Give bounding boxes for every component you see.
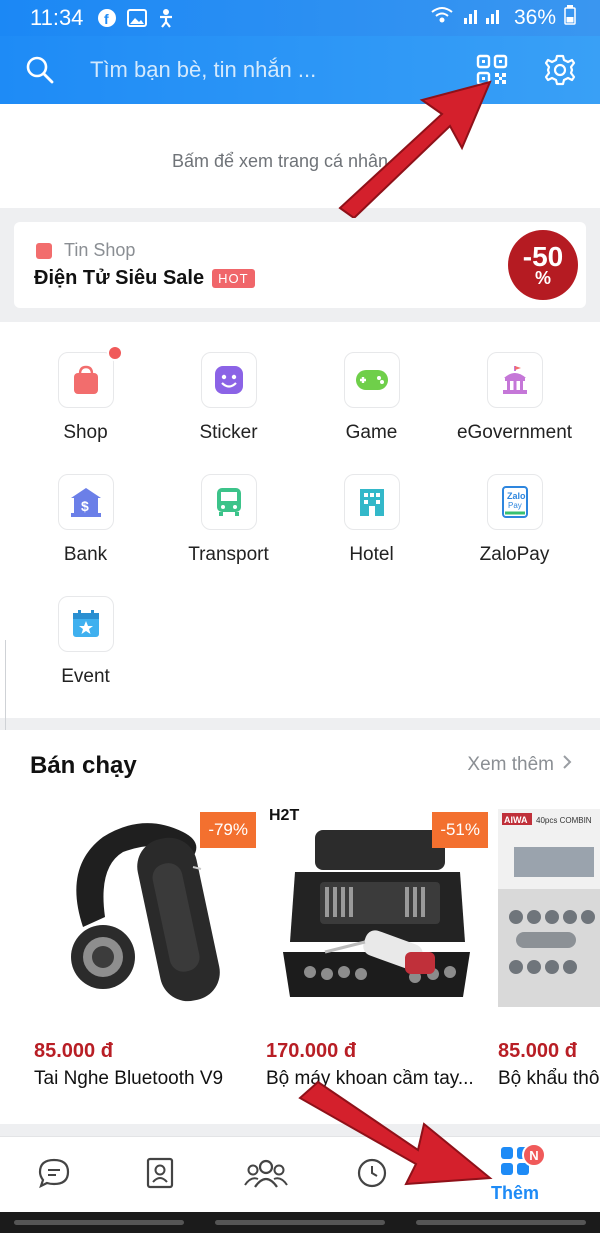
search-icon[interactable]	[20, 50, 60, 90]
system-bar-segment	[215, 1220, 385, 1225]
status-time: 11:34	[30, 5, 84, 30]
app-label: Transport	[188, 544, 269, 565]
top-header: Tìm bạn bè, tin nhắn ...	[0, 36, 600, 104]
app-label: Bank	[63, 544, 108, 565]
product-price: 85.000 đ	[498, 1040, 577, 1062]
sale-circle: -50 %	[508, 230, 578, 300]
product-price: 85.000 đ	[34, 1040, 113, 1062]
gamepad-icon	[343, 352, 400, 408]
app-tile-zalopay[interactable]: Zalo Pay ZaloPay	[443, 474, 586, 566]
app-tile-event[interactable]: Event	[14, 596, 157, 688]
battery-percent: 36%	[513, 6, 556, 29]
app-tile-sticker[interactable]: Sticker	[157, 352, 300, 444]
zalo-more-screen: { "status_bar": { "time": "11:34", "batt…	[0, 0, 600, 1233]
svg-text:$: $	[81, 498, 89, 514]
bestsellers-section: Bán chạy Xem thêm -79% 85.000 đ Tai Nghe…	[0, 730, 600, 1124]
hotel-icon	[343, 474, 400, 530]
new-badge: N	[522, 1143, 546, 1167]
app-label: Shop	[63, 422, 108, 443]
wifi-icon	[430, 6, 454, 30]
signal-icon	[462, 6, 506, 30]
accessibility-icon	[157, 8, 175, 28]
app-label: Game	[345, 422, 398, 443]
svg-text:f: f	[104, 11, 109, 27]
apps-grid: Shop Sticker Game eGovernment $ Bank Tra…	[0, 322, 600, 718]
zalopay-icon: Zalo Pay	[486, 474, 543, 530]
system-bar-segment	[416, 1220, 586, 1225]
svg-text:Pay: Pay	[508, 501, 522, 510]
app-tile-hotel[interactable]: Hotel	[300, 474, 443, 566]
product-name: Bộ máy khoan cầm tay...	[266, 1068, 474, 1089]
product-card[interactable]: AIWA 40pcs COMBIN 85.000 đ Bộ khẩu thôn	[494, 802, 600, 1122]
notification-dot	[106, 345, 123, 361]
bank-icon: $	[57, 474, 114, 530]
shop-bag-icon	[36, 242, 52, 259]
section-title: Bán chạy	[30, 752, 137, 779]
government-building-icon	[486, 352, 543, 408]
shopping-bag-icon	[57, 345, 123, 408]
system-navigation-bar	[0, 1212, 600, 1233]
sale-percent-sign: %	[534, 267, 551, 288]
app-label: eGovernment	[456, 422, 573, 443]
qr-code-icon[interactable]	[472, 50, 512, 90]
contacts-icon	[146, 1157, 174, 1194]
see-more-label: Xem thêm	[467, 754, 554, 775]
status-bar: 11:34 f 36%	[0, 0, 600, 36]
app-label: Event	[61, 666, 110, 687]
chevron-right-icon	[562, 754, 572, 776]
battery-icon	[564, 5, 576, 31]
facebook-icon: f	[97, 8, 117, 28]
product-card[interactable]: -79% 85.000 đ Tai Nghe Bluetooth V9	[30, 802, 256, 1122]
app-tile-bank[interactable]: $ Bank	[14, 474, 157, 566]
discount-tag: -51%	[432, 812, 488, 848]
app-tile-game[interactable]: Game	[300, 352, 443, 444]
settings-gear-icon[interactable]	[540, 50, 580, 90]
box-brand-label: AIWA	[504, 815, 528, 825]
app-tile-egovernment[interactable]: eGovernment	[443, 352, 586, 444]
discount-tag: -79%	[200, 812, 256, 848]
svg-text:Zalo: Zalo	[507, 491, 526, 501]
product-image-socket-set: AIWA 40pcs COMBIN	[494, 802, 600, 1012]
shop-promo-banner[interactable]: Tin Shop Điện Tử Siêu Sale HOT -50 %	[14, 222, 586, 308]
profile-section[interactable]: Bấm để xem trang cá nhân	[0, 104, 600, 208]
app-tile-transport[interactable]: Transport	[157, 474, 300, 566]
nav-messages[interactable]	[24, 1149, 84, 1201]
nav-more[interactable]: N Thêm	[482, 1143, 548, 1203]
brand-label: H2T	[269, 807, 299, 824]
promo-title: Điện Tử Siêu Sale HOT	[34, 267, 255, 290]
bus-icon	[200, 474, 257, 530]
product-name: Tai Nghe Bluetooth V9	[34, 1068, 224, 1089]
product-card[interactable]: H2T -51% 170.000 đ Bộ máy khoan cầm tay.…	[262, 802, 488, 1122]
app-label: Hotel	[349, 544, 394, 565]
gallery-icon	[127, 9, 148, 27]
nav-groups[interactable]	[236, 1149, 296, 1201]
shop-label: Tin Shop	[64, 240, 136, 260]
smiley-icon	[200, 352, 257, 408]
status-right: 36%	[430, 5, 576, 31]
product-price: 170.000 đ	[266, 1040, 357, 1062]
product-name: Bộ khẩu thôn	[498, 1068, 600, 1089]
system-bar-segment	[14, 1220, 184, 1225]
sale-percent: -50	[522, 241, 564, 273]
nav-contacts[interactable]	[130, 1149, 190, 1201]
group-icon	[243, 1157, 289, 1194]
chat-bubble-icon	[37, 1157, 71, 1194]
timeline-clock-icon	[356, 1157, 388, 1194]
promo-text: Điện Tử Siêu Sale	[34, 267, 205, 289]
hot-badge: HOT	[212, 269, 255, 288]
app-tile-shop[interactable]: Shop	[14, 345, 157, 444]
calendar-star-icon	[57, 596, 114, 652]
tin-shop-line: Tin Shop	[36, 240, 135, 261]
search-input[interactable]: Tìm bạn bè, tin nhắn ...	[90, 57, 472, 83]
see-more-link[interactable]: Xem thêm	[467, 754, 572, 776]
bottom-navigation: N Thêm	[0, 1136, 600, 1212]
profile-hint[interactable]: Bấm để xem trang cá nhân	[172, 151, 388, 172]
app-label: Sticker	[199, 422, 258, 443]
nav-timeline[interactable]	[342, 1149, 402, 1201]
box-text-label: 40pcs COMBIN	[536, 816, 592, 825]
app-label: ZaloPay	[479, 544, 550, 565]
nav-more-label: Thêm	[490, 1183, 539, 1203]
